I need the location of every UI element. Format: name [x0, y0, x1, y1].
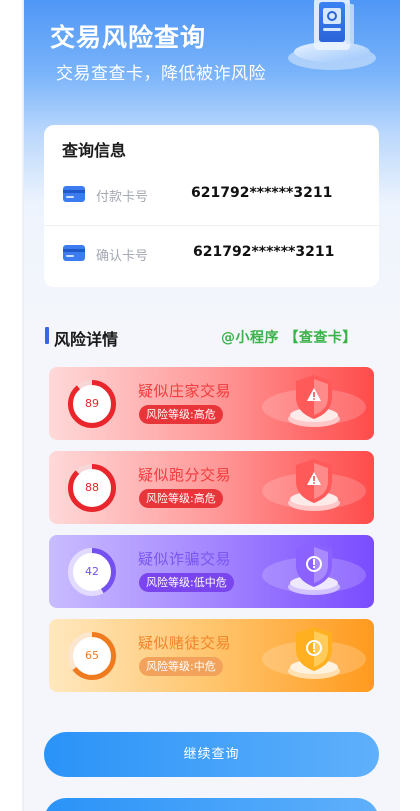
risk-type-name: 疑似赌徒交易 [138, 634, 232, 652]
section-accent-bar [45, 327, 49, 344]
warning-shield-icon [262, 375, 366, 427]
risk-card-score-farming[interactable]: 88 疑似跑分交易 风险等级:高危 [49, 451, 374, 524]
secondary-action-button[interactable] [44, 798, 379, 811]
payment-card-label: 付款卡号 [96, 190, 149, 205]
payment-card-number: 621792******3211 [191, 185, 333, 201]
continue-query-button[interactable]: 继续查询 [44, 732, 379, 777]
risk-level-badge: 风险等级:高危 [139, 489, 223, 508]
risk-type-name: 疑似庄家交易 [138, 382, 232, 400]
risk-score: 42 [85, 565, 99, 578]
mini-program-tag: @小程序 【查查卡】 [221, 330, 357, 346]
alert-shield-icon [262, 543, 366, 595]
page-title: 交易风险查询 [50, 23, 207, 52]
confirm-card-label: 确认卡号 [96, 249, 149, 264]
risk-card-fraud[interactable]: 42 疑似诈骗交易 风险等级:低中危 [49, 535, 374, 608]
risk-details-title: 风险详情 [54, 330, 119, 349]
risk-score: 89 [85, 397, 99, 410]
risk-card-gambling[interactable]: 65 疑似赌徒交易 风险等级:中危 [49, 619, 374, 692]
search-card-illustration-icon [288, 0, 376, 70]
risk-type-name: 疑似跑分交易 [138, 466, 232, 484]
risk-level-badge: 风险等级:高危 [139, 405, 223, 424]
bank-card-icon [63, 186, 85, 202]
risk-score: 65 [85, 649, 99, 662]
risk-level-badge: 风险等级:中危 [139, 657, 223, 676]
query-info-card: 查询信息 付款卡号 621792******3211 确认卡号 621792**… [44, 125, 379, 287]
risk-level-badge: 风险等级:低中危 [139, 573, 234, 592]
confirm-card-number: 621792******3211 [193, 244, 335, 260]
risk-type-name: 疑似诈骗交易 [138, 550, 232, 568]
right-margin [400, 0, 420, 811]
query-info-title: 查询信息 [62, 141, 127, 160]
risk-query-page: 交易风险查询 交易查查卡，降低被诈风险 查询信息 付款卡号 621792****… [24, 0, 400, 811]
confirm-card-row: 确认卡号 621792******3211 [44, 225, 379, 281]
alert-shield-icon [262, 627, 366, 679]
bank-card-icon [63, 245, 85, 261]
risk-score: 88 [85, 481, 99, 494]
left-margin [0, 0, 24, 811]
payment-card-row: 付款卡号 621792******3211 [44, 165, 379, 221]
page-subtitle: 交易查查卡，降低被诈风险 [56, 64, 266, 84]
warning-shield-icon [262, 459, 366, 511]
risk-card-banker[interactable]: 89 疑似庄家交易 风险等级:高危 [49, 367, 374, 440]
